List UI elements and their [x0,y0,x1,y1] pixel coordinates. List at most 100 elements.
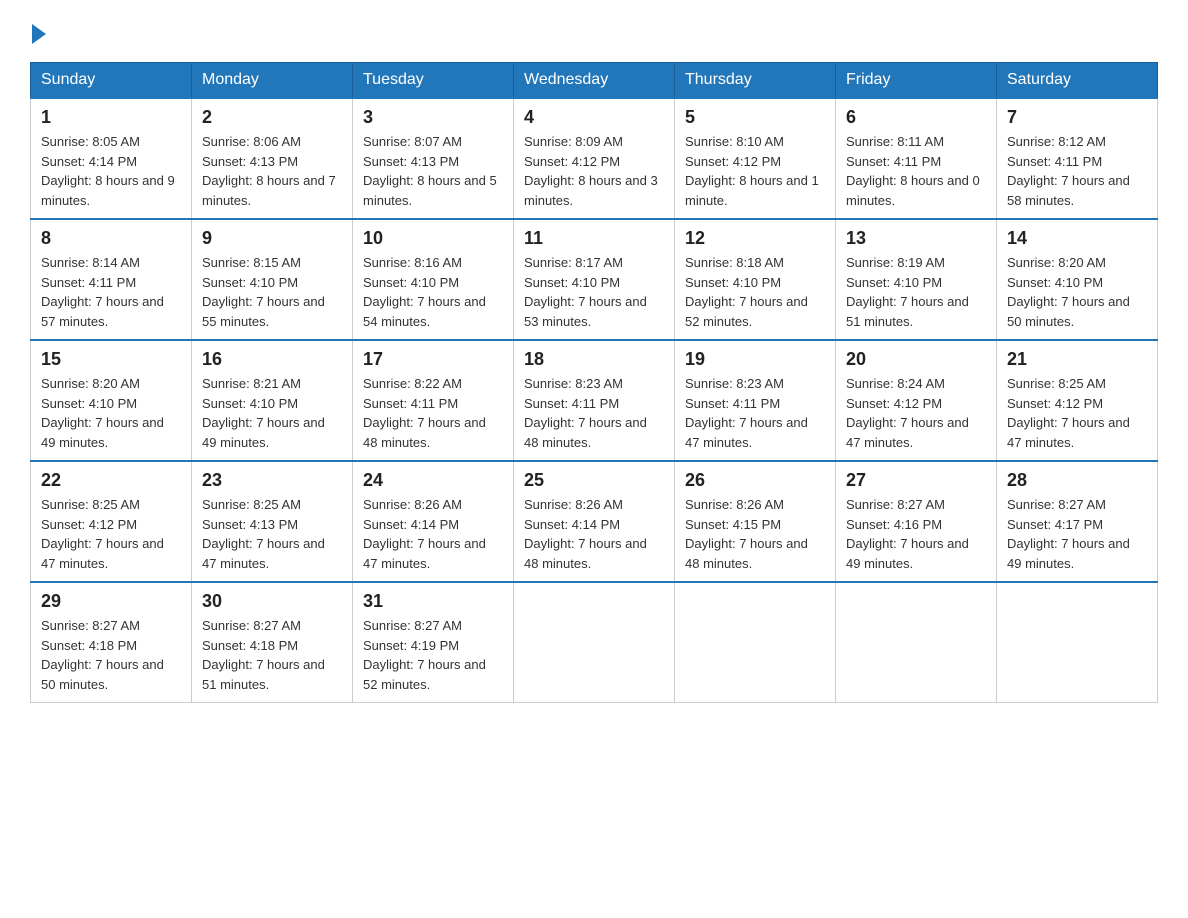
day-number: 1 [41,107,181,128]
day-cell-24: 24Sunrise: 8:26 AMSunset: 4:14 PMDayligh… [353,461,514,582]
week-row-5: 29 Sunrise: 8:27 AMSunset: 4:18 PMDayligh… [31,582,1158,703]
day-number: 14 [1007,228,1147,249]
day-cell-23: 23 Sunrise: 8:25 AMSunset: 4:13 PMDayligh… [192,461,353,582]
empty-cell [836,582,997,703]
day-cell-19: 19 Sunrise: 8:23 AMSunset: 4:11 PMDayligh… [675,340,836,461]
day-detail: Sunrise: 8:19 AMSunset: 4:10 PMDaylight:… [846,253,986,331]
weekday-header-saturday: Saturday [997,63,1158,99]
day-detail: Sunrise: 8:06 AMSunset: 4:13 PMDaylight:… [202,132,342,210]
weekday-header-row: SundayMondayTuesdayWednesdayThursdayFrid… [31,63,1158,99]
day-detail: Sunrise: 8:26 AMSunset: 4:15 PMDaylight:… [685,495,825,573]
day-detail: Sunrise: 8:25 AMSunset: 4:12 PMDaylight:… [1007,374,1147,452]
day-detail: Sunrise: 8:17 AMSunset: 4:10 PMDaylight:… [524,253,664,331]
week-row-4: 22 Sunrise: 8:25 AMSunset: 4:12 PMDayligh… [31,461,1158,582]
day-detail: Sunrise: 8:27 AMSunset: 4:19 PMDaylight:… [363,616,503,694]
day-number: 6 [846,107,986,128]
day-number: 31 [363,591,503,612]
weekday-header-tuesday: Tuesday [353,63,514,99]
day-cell-16: 16 Sunrise: 8:21 AMSunset: 4:10 PMDayligh… [192,340,353,461]
day-cell-29: 29 Sunrise: 8:27 AMSunset: 4:18 PMDayligh… [31,582,192,703]
week-row-2: 8Sunrise: 8:14 AMSunset: 4:11 PMDaylight… [31,219,1158,340]
weekday-header-sunday: Sunday [31,63,192,99]
weekday-header-friday: Friday [836,63,997,99]
day-cell-15: 15 Sunrise: 8:20 AMSunset: 4:10 PMDayligh… [31,340,192,461]
day-cell-14: 14 Sunrise: 8:20 AMSunset: 4:10 PMDayligh… [997,219,1158,340]
day-cell-7: 7 Sunrise: 8:12 AMSunset: 4:11 PMDaylight… [997,98,1158,219]
day-cell-13: 13 Sunrise: 8:19 AMSunset: 4:10 PMDayligh… [836,219,997,340]
day-number: 11 [524,228,664,249]
day-detail: Sunrise: 8:09 AMSunset: 4:12 PMDaylight:… [524,132,664,210]
day-number: 17 [363,349,503,370]
day-cell-10: 10Sunrise: 8:16 AMSunset: 4:10 PMDayligh… [353,219,514,340]
day-detail: Sunrise: 8:27 AMSunset: 4:17 PMDaylight:… [1007,495,1147,573]
day-cell-25: 25Sunrise: 8:26 AMSunset: 4:14 PMDayligh… [514,461,675,582]
day-detail: Sunrise: 8:18 AMSunset: 4:10 PMDaylight:… [685,253,825,331]
calendar-table: SundayMondayTuesdayWednesdayThursdayFrid… [30,62,1158,703]
weekday-header-monday: Monday [192,63,353,99]
day-number: 15 [41,349,181,370]
logo [30,20,46,42]
day-detail: Sunrise: 8:15 AMSunset: 4:10 PMDaylight:… [202,253,342,331]
day-number: 7 [1007,107,1147,128]
day-detail: Sunrise: 8:24 AMSunset: 4:12 PMDaylight:… [846,374,986,452]
day-number: 23 [202,470,342,491]
day-detail: Sunrise: 8:21 AMSunset: 4:10 PMDaylight:… [202,374,342,452]
day-cell-11: 11 Sunrise: 8:17 AMSunset: 4:10 PMDayligh… [514,219,675,340]
day-number: 12 [685,228,825,249]
day-number: 18 [524,349,664,370]
day-detail: Sunrise: 8:27 AMSunset: 4:18 PMDaylight:… [202,616,342,694]
day-cell-18: 18 Sunrise: 8:23 AMSunset: 4:11 PMDayligh… [514,340,675,461]
day-cell-9: 9 Sunrise: 8:15 AMSunset: 4:10 PMDaylight… [192,219,353,340]
day-cell-6: 6Sunrise: 8:11 AMSunset: 4:11 PMDaylight… [836,98,997,219]
day-number: 2 [202,107,342,128]
day-cell-28: 28 Sunrise: 8:27 AMSunset: 4:17 PMDayligh… [997,461,1158,582]
day-number: 21 [1007,349,1147,370]
empty-cell [997,582,1158,703]
day-number: 10 [363,228,503,249]
day-number: 26 [685,470,825,491]
day-cell-30: 30Sunrise: 8:27 AMSunset: 4:18 PMDayligh… [192,582,353,703]
day-cell-17: 17 Sunrise: 8:22 AMSunset: 4:11 PMDayligh… [353,340,514,461]
day-number: 19 [685,349,825,370]
day-cell-26: 26 Sunrise: 8:26 AMSunset: 4:15 PMDayligh… [675,461,836,582]
weekday-header-thursday: Thursday [675,63,836,99]
day-detail: Sunrise: 8:23 AMSunset: 4:11 PMDaylight:… [685,374,825,452]
day-cell-21: 21 Sunrise: 8:25 AMSunset: 4:12 PMDayligh… [997,340,1158,461]
day-detail: Sunrise: 8:27 AMSunset: 4:16 PMDaylight:… [846,495,986,573]
day-number: 29 [41,591,181,612]
day-number: 3 [363,107,503,128]
day-cell-2: 2 Sunrise: 8:06 AMSunset: 4:13 PMDaylight… [192,98,353,219]
day-number: 13 [846,228,986,249]
day-detail: Sunrise: 8:22 AMSunset: 4:11 PMDaylight:… [363,374,503,452]
day-detail: Sunrise: 8:05 AMSunset: 4:14 PMDaylight:… [41,132,181,210]
day-cell-5: 5Sunrise: 8:10 AMSunset: 4:12 PMDaylight… [675,98,836,219]
day-cell-27: 27 Sunrise: 8:27 AMSunset: 4:16 PMDayligh… [836,461,997,582]
day-cell-4: 4 Sunrise: 8:09 AMSunset: 4:12 PMDaylight… [514,98,675,219]
day-detail: Sunrise: 8:26 AMSunset: 4:14 PMDaylight:… [524,495,664,573]
empty-cell [675,582,836,703]
day-cell-31: 31 Sunrise: 8:27 AMSunset: 4:19 PMDayligh… [353,582,514,703]
day-cell-8: 8Sunrise: 8:14 AMSunset: 4:11 PMDaylight… [31,219,192,340]
day-number: 4 [524,107,664,128]
day-number: 22 [41,470,181,491]
day-detail: Sunrise: 8:25 AMSunset: 4:12 PMDaylight:… [41,495,181,573]
day-cell-12: 12 Sunrise: 8:18 AMSunset: 4:10 PMDayligh… [675,219,836,340]
day-number: 27 [846,470,986,491]
day-detail: Sunrise: 8:20 AMSunset: 4:10 PMDaylight:… [1007,253,1147,331]
day-number: 20 [846,349,986,370]
day-number: 9 [202,228,342,249]
day-number: 16 [202,349,342,370]
week-row-1: 1 Sunrise: 8:05 AMSunset: 4:14 PMDaylight… [31,98,1158,219]
day-number: 28 [1007,470,1147,491]
day-detail: Sunrise: 8:27 AMSunset: 4:18 PMDaylight:… [41,616,181,694]
day-detail: Sunrise: 8:25 AMSunset: 4:13 PMDaylight:… [202,495,342,573]
day-detail: Sunrise: 8:20 AMSunset: 4:10 PMDaylight:… [41,374,181,452]
day-detail: Sunrise: 8:12 AMSunset: 4:11 PMDaylight:… [1007,132,1147,210]
day-number: 5 [685,107,825,128]
day-detail: Sunrise: 8:23 AMSunset: 4:11 PMDaylight:… [524,374,664,452]
day-detail: Sunrise: 8:26 AMSunset: 4:14 PMDaylight:… [363,495,503,573]
day-cell-22: 22 Sunrise: 8:25 AMSunset: 4:12 PMDayligh… [31,461,192,582]
logo-arrow-icon [32,24,46,44]
day-detail: Sunrise: 8:07 AMSunset: 4:13 PMDaylight:… [363,132,503,210]
day-number: 8 [41,228,181,249]
